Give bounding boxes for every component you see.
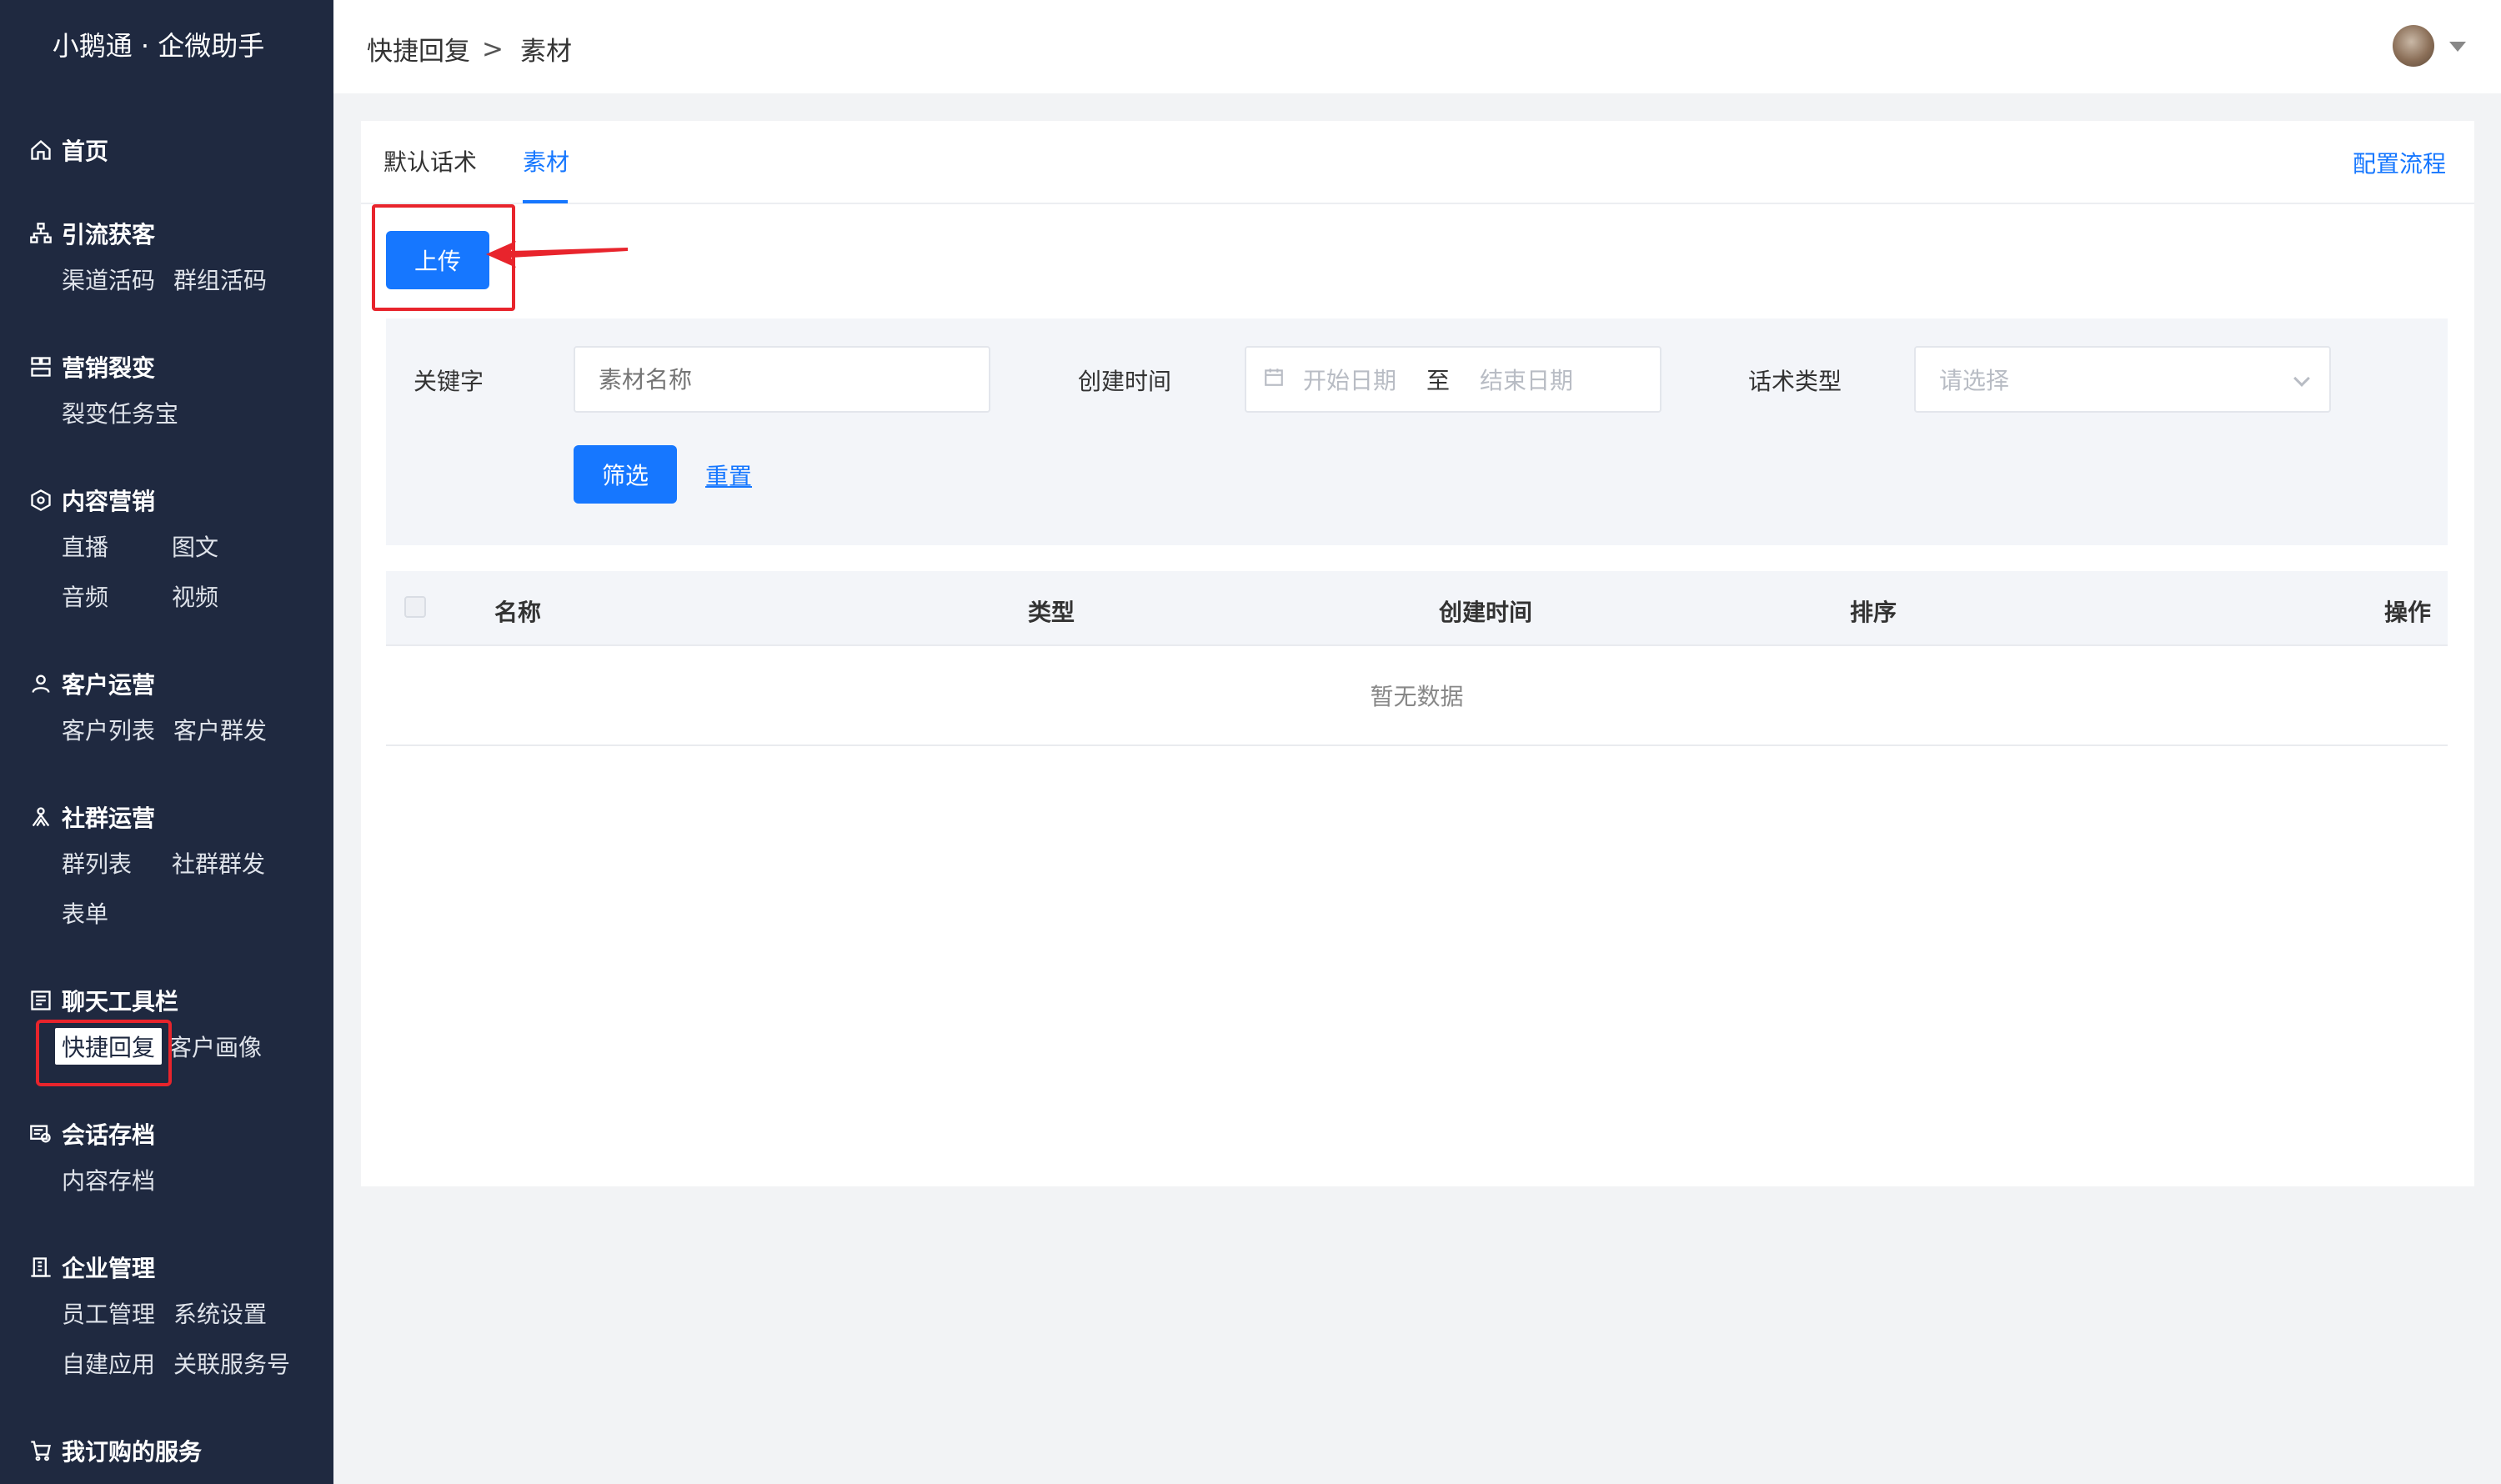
toolbar-icon (28, 988, 53, 1013)
nav-group-archive: 会话存档 内容存档 (28, 1117, 173, 1205)
breadcrumb: 快捷回复 > 素材 (367, 30, 572, 68)
nav-group-content: 内容营销 直播 图文 音频 视频 (28, 484, 237, 621)
sidebar-item-group-broadcast[interactable]: 社群群发 (172, 846, 265, 880)
nav-head-archive[interactable]: 会话存档 (28, 1117, 173, 1151)
script-type-select[interactable]: 请选择 (1914, 346, 2331, 413)
community-icon (28, 805, 53, 830)
nav-home-label: 首页 (62, 138, 109, 165)
nav-group-home: 首页 (28, 133, 108, 167)
sidebar-item-customer-broadcast[interactable]: 客户群发 (173, 713, 267, 746)
breadcrumb-item-quick-reply[interactable]: 快捷回复 (367, 30, 470, 68)
nav-group-traffic: 引流获客 渠道活码 群组活码 (28, 217, 285, 304)
nav-head-chat-toolbar[interactable]: 聊天工具栏 (28, 984, 280, 1017)
created-time-label: 创建时间 (1078, 368, 1172, 395)
sidebar-item-group-code[interactable]: 群组活码 (173, 263, 267, 296)
nav-home[interactable]: 首页 (28, 133, 108, 167)
config-flow-link[interactable]: 配置流程 (2353, 146, 2446, 179)
app-title: 小鹅通 · 企微助手 (52, 30, 265, 62)
material-table: 名称 类型 创建时间 排序 操作 暂无数据 (386, 571, 2448, 746)
column-header-type: 类型 (1028, 599, 1075, 626)
filter-panel: 关键字 创建时间 开始日期 至 结束日期 话术类型 请选择 筛选 重置 (386, 318, 2448, 545)
sidebar-item-live[interactable]: 直播 (62, 529, 153, 563)
nav-head-services[interactable]: 我订购的服务 (28, 1434, 202, 1467)
script-type-placeholder: 请选择 (1939, 367, 2010, 394)
nav-head-community[interactable]: 社群运营 (28, 800, 283, 834)
end-date-placeholder[interactable]: 结束日期 (1480, 363, 1573, 396)
script-type-label: 话术类型 (1748, 368, 1842, 395)
date-range-picker[interactable]: 开始日期 至 结束日期 (1245, 346, 1661, 413)
sidebar-item-settings[interactable]: 系统设置 (173, 1296, 267, 1330)
table-header: 名称 类型 创建时间 排序 操作 (386, 571, 2448, 646)
nav-head-customer[interactable]: 客户运营 (28, 667, 285, 700)
org-tree-icon (28, 221, 53, 246)
sidebar-item-customer-profile[interactable]: 客户画像 (168, 1030, 262, 1063)
nav-head-label: 我订购的服务 (62, 1438, 203, 1466)
avatar[interactable] (2393, 25, 2434, 67)
nav-head-label: 聊天工具栏 (62, 988, 179, 1015)
column-header-sort: 排序 (1850, 599, 1897, 626)
chevron-down-icon (2293, 370, 2310, 387)
nav-head-label: 内容营销 (62, 488, 156, 515)
nav-group-services: 我订购的服务 (28, 1434, 202, 1467)
keyword-input[interactable] (574, 346, 990, 413)
archive-icon (28, 1121, 53, 1146)
nav-head-traffic[interactable]: 引流获客 (28, 217, 285, 250)
column-header-actions: 操作 (2383, 599, 2431, 626)
chevron-down-icon[interactable] (2449, 42, 2466, 52)
tab-bar: 默认话术 素材 配置流程 (361, 121, 2474, 204)
active-tab-indicator (523, 200, 568, 203)
tab-material[interactable]: 素材 (523, 144, 569, 178)
split-icon (28, 354, 53, 379)
nav-group-fission: 营销裂变 裂变任务宝 (28, 350, 197, 438)
sidebar-item-form[interactable]: 表单 (62, 896, 108, 930)
quick-reply-highlight-box (36, 1020, 172, 1086)
sidebar-item-audio[interactable]: 音频 (62, 579, 153, 613)
breadcrumb-separator: > (482, 33, 504, 64)
user-icon (28, 671, 53, 696)
start-date-placeholder[interactable]: 开始日期 (1303, 363, 1396, 396)
sidebar-item-staff[interactable]: 员工管理 (62, 1296, 155, 1330)
sidebar-item-fission-task[interactable]: 裂变任务宝 (62, 396, 178, 429)
sidebar-item-content-archive[interactable]: 内容存档 (62, 1163, 155, 1196)
sidebar-item-video[interactable]: 视频 (172, 579, 218, 613)
nav-head-label: 营销裂变 (62, 354, 156, 382)
date-range-separator: 至 (1426, 367, 1451, 394)
nav-head-label: 社群运营 (62, 805, 156, 832)
sidebar-item-channel-code[interactable]: 渠道活码 (62, 263, 155, 296)
sidebar-item-custom-app[interactable]: 自建应用 (62, 1346, 155, 1380)
reset-link[interactable]: 重置 (705, 459, 752, 492)
filter-button[interactable]: 筛选 (574, 445, 677, 504)
sidebar-item-article[interactable]: 图文 (172, 529, 218, 563)
nav-head-label: 客户运营 (62, 671, 156, 699)
building-icon (28, 1255, 53, 1280)
nav-group-community: 社群运营 群列表 社群群发 表单 (28, 800, 283, 938)
nav-head-label: 企业管理 (62, 1255, 156, 1282)
sidebar-item-group-list[interactable]: 群列表 (62, 846, 153, 880)
cart-icon (28, 1438, 53, 1463)
column-header-name: 名称 (494, 599, 542, 626)
column-header-created: 创建时间 (1439, 599, 1533, 626)
top-header: 快捷回复 > 素材 (333, 0, 2501, 93)
nav-head-label: 会话存档 (62, 1121, 156, 1149)
nav-group-enterprise: 企业管理 员工管理 系统设置 自建应用 关联服务号 (28, 1251, 308, 1388)
nav-head-content[interactable]: 内容营销 (28, 484, 237, 517)
sidebar-item-linked-account[interactable]: 关联服务号 (173, 1346, 290, 1380)
keyword-label: 关键字 (413, 368, 484, 395)
annotation-arrow-icon (486, 241, 628, 268)
nav-head-fission[interactable]: 营销裂变 (28, 350, 197, 384)
content-icon (28, 488, 53, 513)
home-icon (28, 138, 53, 163)
main-card: 默认话术 素材 配置流程 上传 关键字 创建时间 开始日期 至 结束日期 话术类… (361, 121, 2474, 1186)
nav-head-label: 引流获客 (62, 221, 156, 248)
select-all-checkbox[interactable] (404, 596, 426, 618)
nav-group-customer: 客户运营 客户列表 客户群发 (28, 667, 285, 755)
empty-state-text: 暂无数据 (386, 646, 2448, 746)
sidebar: 小鹅通 · 企微助手 首页 引流获客 渠道活码 群组活码 营销裂变 裂变任务宝 … (0, 0, 333, 1484)
sidebar-item-customer-list[interactable]: 客户列表 (62, 713, 155, 746)
nav-head-enterprise[interactable]: 企业管理 (28, 1251, 308, 1284)
breadcrumb-item-material: 素材 (519, 37, 572, 67)
calendar-icon (1263, 366, 1285, 394)
tab-default-script[interactable]: 默认话术 (383, 144, 477, 178)
